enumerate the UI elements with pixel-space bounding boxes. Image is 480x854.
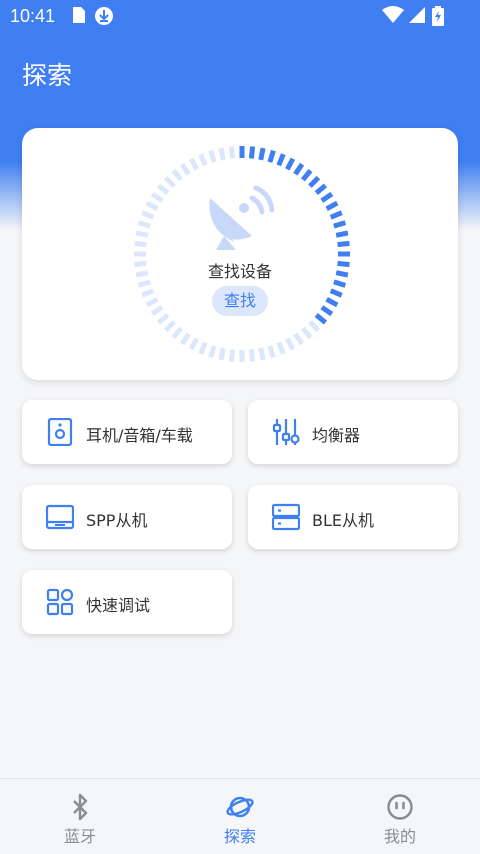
radar-tick xyxy=(218,147,226,161)
radar-tick xyxy=(188,337,199,351)
tile-label: 耳机/音箱/车载 xyxy=(86,426,193,445)
radar-tick xyxy=(198,153,208,167)
nav-item-mine[interactable]: 我的 xyxy=(340,779,460,854)
radar-tick xyxy=(228,146,236,159)
radar-tick xyxy=(137,220,151,229)
radar-tick xyxy=(137,279,151,288)
download-icon xyxy=(95,7,113,25)
radar-tick xyxy=(314,183,328,196)
cellular-signal-icon xyxy=(409,7,425,23)
radar-tick xyxy=(285,337,296,351)
radar-tick xyxy=(179,162,191,176)
radar-tick xyxy=(325,297,339,308)
radar-tick xyxy=(300,326,313,340)
radar-tick xyxy=(335,230,349,238)
radar-tick xyxy=(276,153,286,167)
satellite-dish-icon xyxy=(209,185,274,250)
radar-tick xyxy=(150,305,164,317)
radar-tick xyxy=(308,320,321,333)
radar-tick xyxy=(325,200,339,211)
tile-quick-debug[interactable]: 快速调试 xyxy=(22,570,232,634)
nav-item-bluetooth[interactable]: 蓝牙 xyxy=(20,779,140,854)
equalizer-icon xyxy=(272,419,300,445)
tile-label: 快速调试 xyxy=(86,596,151,615)
tile-headset-speaker-car[interactable]: 耳机/音箱/车载 xyxy=(22,400,232,464)
speaker-icon xyxy=(47,418,73,446)
radar-tick xyxy=(135,230,149,238)
nav-label: 蓝牙 xyxy=(63,827,96,846)
radar-tick xyxy=(248,146,256,159)
server-icon xyxy=(272,503,300,531)
radar-tick xyxy=(156,183,170,196)
radar-tick xyxy=(276,341,286,355)
radar-tick xyxy=(141,288,155,298)
tile-label: BLE从机 xyxy=(312,511,375,530)
status-bar: 10:41 xyxy=(0,0,480,32)
radar-tick xyxy=(329,288,343,298)
tile-spp-slave[interactable]: SPP从机 xyxy=(22,485,232,549)
find-device-label: 查找设备 xyxy=(207,262,272,281)
radar-tick xyxy=(163,175,176,188)
radar-tick xyxy=(258,347,266,361)
sd-card-icon xyxy=(73,7,85,23)
radar-tick xyxy=(218,347,226,361)
radar-tick xyxy=(308,175,321,188)
bottom-nav: 蓝牙 探索 我的 xyxy=(0,778,480,854)
nav-label: 探索 xyxy=(223,827,256,846)
radar-ring xyxy=(134,146,350,362)
radar-tick xyxy=(134,240,147,248)
radar-tick xyxy=(333,220,347,229)
radar-tick xyxy=(163,320,176,333)
radar-tick xyxy=(333,279,347,288)
tile-label: SPP从机 xyxy=(86,511,148,530)
radar-tick xyxy=(179,332,191,346)
radar-tick xyxy=(337,240,350,248)
tile-label: 均衡器 xyxy=(312,426,361,445)
nav-item-explore[interactable]: 探索 xyxy=(180,779,300,854)
radar-tick xyxy=(320,191,334,203)
radar-tick xyxy=(228,349,236,362)
radar-tick xyxy=(267,345,276,359)
grid-icon xyxy=(46,588,74,616)
radar-tick xyxy=(314,312,328,325)
planet-icon xyxy=(226,796,254,818)
radar-tick xyxy=(145,200,159,211)
radar-tick xyxy=(208,345,217,359)
radar-tick xyxy=(248,349,256,362)
status-time: 10:41 xyxy=(10,6,56,26)
bluetooth-icon xyxy=(73,793,88,821)
radar-tick xyxy=(188,157,199,171)
search-card: 查找设备 查找 xyxy=(22,128,458,380)
find-button[interactable]: 查找 xyxy=(212,286,268,316)
radar-tick xyxy=(156,312,170,325)
radar-tick xyxy=(329,210,343,220)
radar-tick xyxy=(171,168,184,182)
radar-tick xyxy=(150,191,164,203)
radar-tick xyxy=(320,305,334,317)
radar-tick xyxy=(145,297,159,308)
monitor-icon xyxy=(46,504,74,530)
radar-tick xyxy=(285,157,296,171)
radar-tick xyxy=(293,162,305,176)
radar-tick xyxy=(293,332,305,346)
wifi-icon xyxy=(382,6,404,23)
radar-tick xyxy=(258,147,266,161)
face-icon xyxy=(387,794,413,820)
radar-tick xyxy=(208,149,217,163)
tile-ble-slave[interactable]: BLE从机 xyxy=(248,485,458,549)
radar-tick xyxy=(198,341,208,355)
radar-tick xyxy=(141,210,155,220)
page-title: 探索 xyxy=(22,61,73,90)
tile-equalizer[interactable]: 均衡器 xyxy=(248,400,458,464)
radar-tick xyxy=(300,168,313,182)
nav-label: 我的 xyxy=(383,827,416,846)
radar-tick xyxy=(267,149,276,163)
battery-charging-icon xyxy=(432,6,444,26)
radar-tick xyxy=(171,326,184,340)
